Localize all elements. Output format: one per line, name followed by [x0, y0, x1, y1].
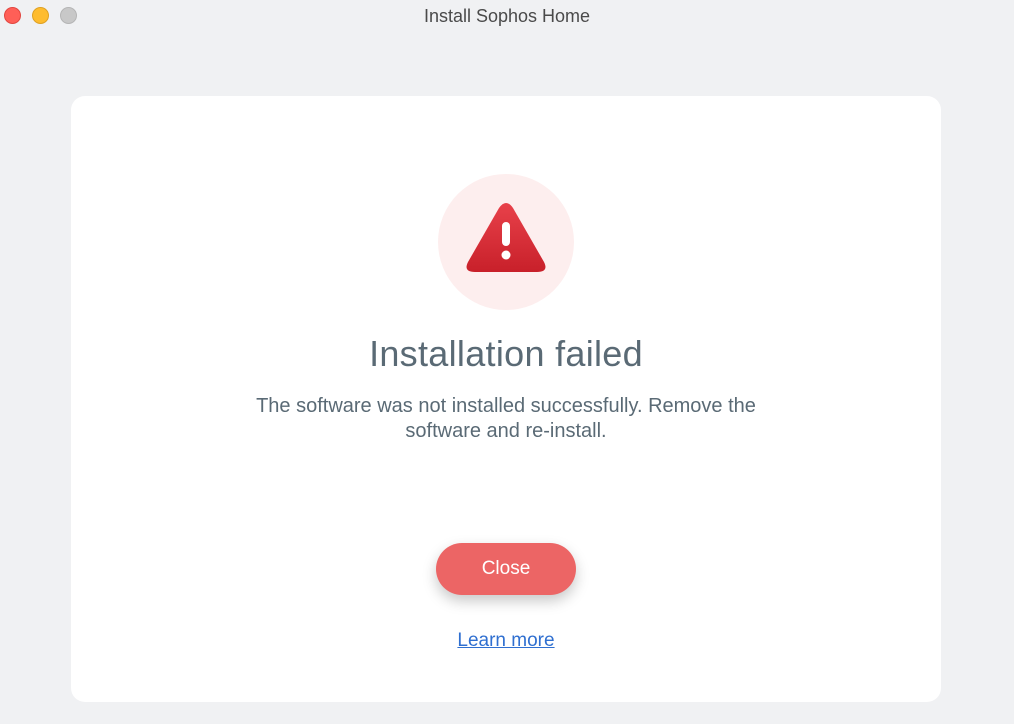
title-bar: Install Sophos Home: [0, 0, 1014, 32]
dialog-card: Installation failed The software was not…: [71, 96, 941, 702]
dialog-heading: Installation failed: [369, 333, 643, 374]
installer-window: Install Sophos Home Installation failed …: [0, 0, 1014, 724]
dialog-message-line-1: The software was not installed successfu…: [256, 395, 756, 417]
close-button[interactable]: Close: [436, 543, 576, 595]
learn-more-link[interactable]: Learn more: [457, 630, 554, 651]
dialog-message: The software was not installed successfu…: [231, 394, 781, 444]
alert-badge: [438, 174, 574, 310]
window-title: Install Sophos Home: [423, 6, 591, 26]
warning-triangle-icon: [466, 203, 546, 272]
dialog-message-line-2: software and re-install.: [405, 420, 607, 442]
learn-more-container: Learn more: [71, 630, 941, 652]
